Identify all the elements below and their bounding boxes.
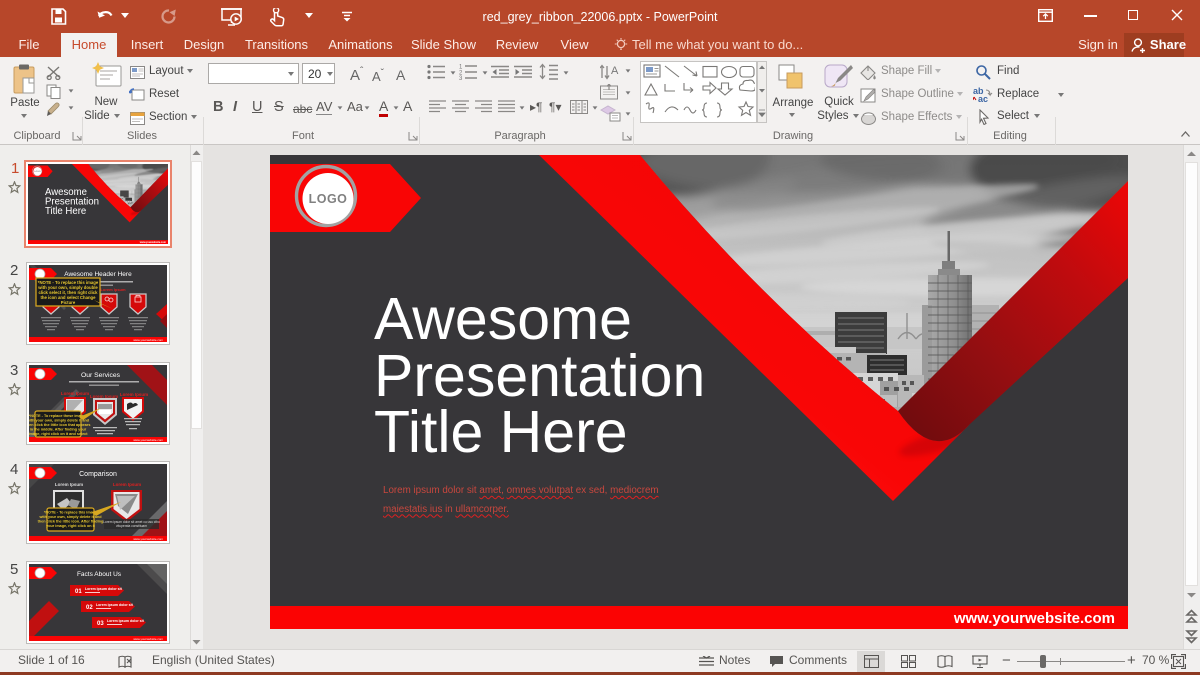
svg-text:Picture: Picture (61, 300, 76, 305)
svg-text:the icon and select Change: the icon and select Change (40, 295, 96, 300)
svg-text:www.yourwebsite.com: www.yourwebsite.com (133, 338, 163, 342)
svg-text:click select it, then right cl: click select it, then right click (38, 290, 98, 295)
svg-text:image, right click on it and s: image, right click on it and select (29, 432, 88, 436)
svg-text:Lorem Ipsum: Lorem Ipsum (100, 287, 126, 292)
svg-text:01: 01 (75, 589, 82, 595)
svg-text:Lorem ipsum dolor sit amet cu: Lorem ipsum dolor sit amet cu usu cibo (103, 520, 160, 524)
svg-text:vituperata constituam: vituperata constituam (116, 524, 147, 528)
svg-text:www.yourwebsite.com: www.yourwebsite.com (133, 637, 163, 641)
svg-text:*NOTE - To replace this image: *NOTE - To replace this image (44, 511, 97, 515)
svg-text:Lorem ipsum dolor sit: Lorem ipsum dolor sit (96, 603, 134, 607)
svg-text:ac: ac (978, 94, 988, 103)
svg-text:A: A (611, 65, 619, 77)
svg-text:Lorem Ipsum: Lorem Ipsum (55, 482, 83, 487)
svg-text:Lorem Ipsum: Lorem Ipsum (113, 482, 141, 487)
svg-text:www.yourwebsite.com: www.yourwebsite.com (133, 438, 163, 442)
svg-text:Awesome Header Here: Awesome Header Here (64, 271, 132, 278)
svg-text:Our Services: Our Services (81, 372, 121, 379)
svg-text:3: 3 (459, 76, 463, 80)
svg-text:Lorem Ipsum: Lorem Ipsum (61, 391, 89, 396)
svg-text:03: 03 (97, 621, 104, 627)
svg-text:*NOTE - To replace this image: *NOTE - To replace this image (38, 280, 99, 285)
svg-text:Lorem Ipsum: Lorem Ipsum (120, 392, 148, 397)
svg-text:www.yourwebsite.com: www.yourwebsite.com (133, 537, 163, 541)
svg-text:with your own, simply double: with your own, simply double (37, 285, 98, 290)
svg-text:Lorem ipsum dolor sit: Lorem ipsum dolor sit (107, 619, 145, 623)
svg-text:Facts About Us: Facts About Us (77, 571, 122, 578)
svg-text:Comparison: Comparison (79, 471, 117, 478)
svg-text:then click the little icon. Af: then click the little icon. After findin… (38, 520, 104, 524)
svg-text:your image, right click on it: your image, right click on it (46, 524, 96, 528)
svg-text:Lorem ipsum dolor sit: Lorem ipsum dolor sit (85, 587, 123, 591)
svg-text:02: 02 (86, 605, 93, 611)
svg-text:*NOTE - To replace these image: *NOTE - To replace these images (29, 414, 87, 418)
svg-text:with your own, simply delete i: with your own, simply delete it and (38, 515, 102, 519)
svg-text:then click the little icon tha: then click the little icon that appears (29, 423, 90, 427)
svg-text:with your own, simply delete i: with your own, simply delete it and (29, 419, 90, 423)
svg-text:in the middle. After finding y: in the middle. After finding your (30, 428, 87, 432)
